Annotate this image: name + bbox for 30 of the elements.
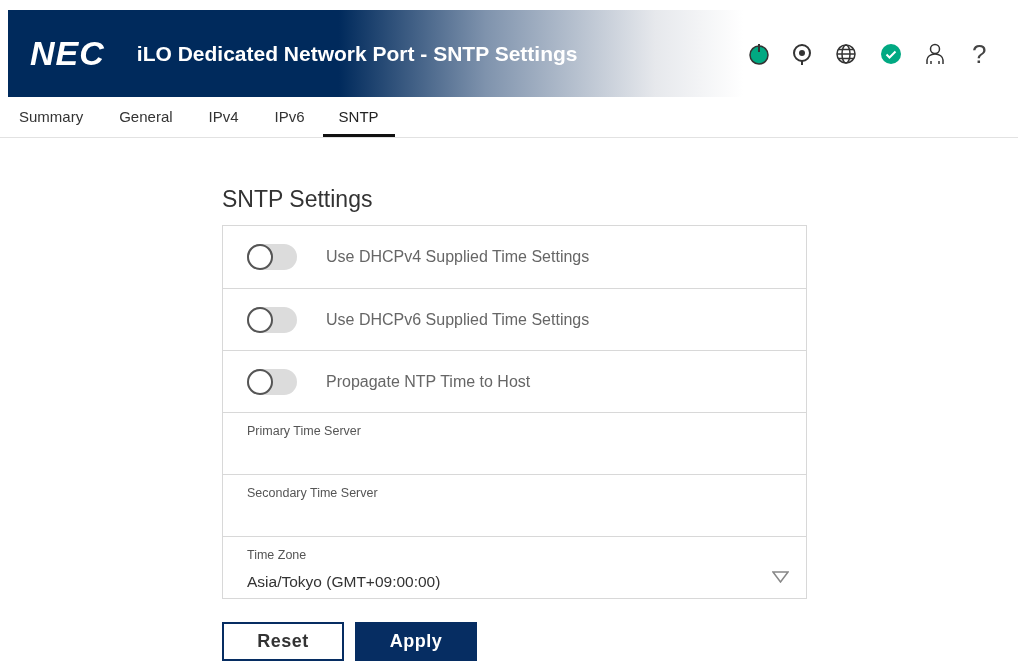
help-icon[interactable]: ? [972,40,987,67]
toggle-label: Propagate NTP Time to Host [326,371,531,392]
tab[interactable]: SNTP [322,97,395,137]
target-icon[interactable] [792,42,812,65]
input-field[interactable]: Secondary Time Server [223,475,806,536]
check-status-icon[interactable] [880,42,902,65]
section-heading: SNTP Settings [222,185,374,214]
toggle-switch[interactable] [247,306,297,333]
tab[interactable]: Summary [19,97,102,137]
power-icon[interactable] [749,42,769,65]
tab[interactable]: IPv6 [256,97,323,137]
field-label: Secondary Time Server [247,485,379,502]
toggle-label: Use DHCPv4 Supplied Time Settings [326,247,590,267]
tab[interactable]: IPv4 [190,97,257,137]
apply-button[interactable]: Apply [355,622,477,661]
field-label: Primary Time Server [247,423,362,440]
toggle-switch[interactable] [247,244,297,270]
user-icon[interactable] [925,42,945,65]
logo: NEC [30,33,105,74]
toggle-label: Use DHCPv6 Supplied Time Settings [326,309,590,330]
page-title: iLO Dedicated Network Port - SNTP Settings [136,40,578,67]
globe-icon[interactable] [835,42,857,65]
input-field[interactable]: Primary Time Server [223,413,806,474]
reset-button[interactable]: Reset [222,622,344,661]
tab[interactable]: General [101,97,191,137]
dropdown-arrow-icon [772,571,789,583]
time-zone-dropdown[interactable]: Time Zone Asia/Tokyo (GMT+09:00:00) [223,537,806,598]
dropdown-value: Asia/Tokyo (GMT+09:00:00) [247,571,441,592]
toggle-switch[interactable] [247,368,297,395]
field-label: Time Zone [247,547,308,564]
